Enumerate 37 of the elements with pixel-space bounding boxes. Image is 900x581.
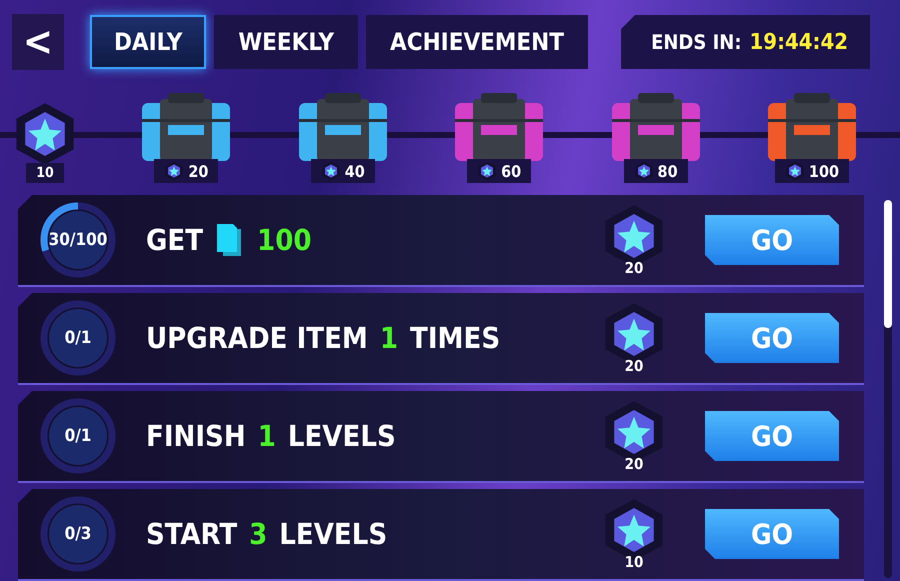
- tab[interactable]: WEEKLY: [214, 15, 358, 69]
- back-button[interactable]: <: [12, 14, 64, 70]
- quest-text: START: [146, 517, 238, 551]
- quest-text: TIMES: [410, 321, 500, 355]
- progress-text: 0/1: [64, 426, 92, 446]
- timer-value: 19:44:42: [750, 30, 848, 54]
- star-icon: [320, 161, 341, 181]
- chest-points: 80: [624, 159, 688, 183]
- points-label: 10: [26, 163, 64, 183]
- progress-text: 0/1: [64, 328, 92, 348]
- quest-text: UPGRADE ITEM: [146, 321, 368, 355]
- star-icon: [164, 161, 184, 181]
- tab[interactable]: ACHIEVEMENT: [366, 15, 588, 69]
- star-icon: [634, 161, 654, 181]
- scrollbar[interactable]: [884, 200, 892, 578]
- reward-points: 20: [624, 357, 644, 375]
- quest-count: 3: [249, 517, 268, 551]
- chest-points: 100: [774, 159, 849, 183]
- timer-label: ENDS IN:: [651, 30, 742, 54]
- quest-text: LEVELS: [279, 517, 388, 551]
- star-icon: [784, 161, 805, 181]
- reward-points: 20: [624, 455, 644, 473]
- quest-text: GET: [146, 223, 204, 257]
- reward-points: 20: [624, 259, 644, 277]
- reward-points: 10: [624, 553, 644, 571]
- tab[interactable]: DAILY: [90, 15, 206, 69]
- chest-points: 60: [467, 159, 532, 183]
- quest-text: FINISH: [146, 419, 246, 453]
- quest-text: LEVELS: [288, 419, 396, 453]
- chest-points: 20: [154, 159, 218, 183]
- quest-count: 1: [258, 419, 276, 453]
- progress-text: 0/3: [64, 524, 92, 544]
- quest-count: 1: [380, 321, 398, 355]
- quest-count: 100: [257, 223, 312, 257]
- star-icon: [477, 161, 498, 181]
- chest-points: 40: [310, 159, 375, 183]
- progress-text: 30/100: [48, 230, 108, 250]
